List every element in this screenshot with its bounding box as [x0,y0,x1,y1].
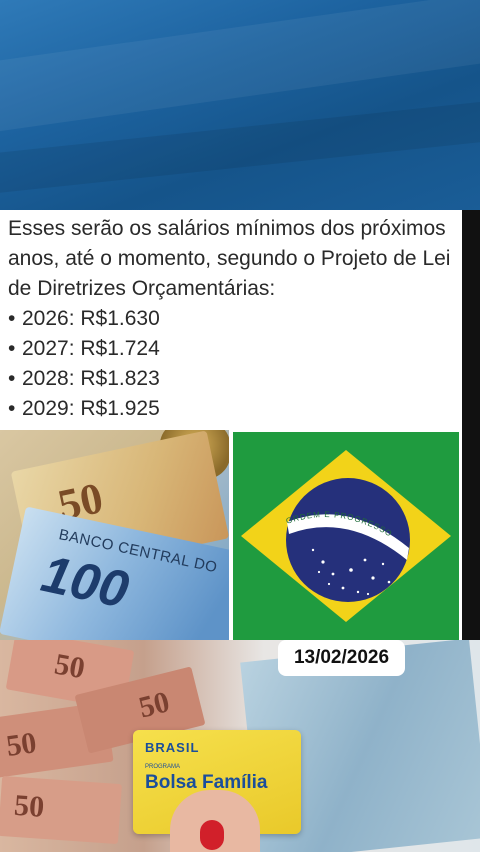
brazil-flag: ORDEM E PROGRESSO [233,432,459,640]
top-blue-banner [0,0,480,210]
date-badge: 13/02/2026 [278,640,405,676]
list-item: • 2028: R$1.823 [8,367,160,390]
red-fingernail [200,820,224,850]
list-item: • 2029: R$1.925 [8,397,160,420]
brazil-flag-graphic: ORDEM E PROGRESSO [233,432,459,640]
bolsa-familia-photo: 50 50 50 50 BRASIL PROGRAMA Bolsa Famíli… [0,640,480,852]
right-dark-strip [462,210,480,640]
salary-list: • 2026: R$1.630 • 2027: R$1.724 • 2028: R$1… [8,304,160,424]
banknotes-photo: 50 BANCO CENTRAL DO 100 [0,430,229,640]
flag-panel: ORDEM E PROGRESSO [229,430,462,640]
banknote-50: 50 [0,775,122,845]
post-intro-text: Esses serão os salários mínimos dos próx… [8,217,451,300]
list-item: • 2027: R$1.724 [8,337,160,360]
list-item: • 2026: R$1.630 [8,307,160,330]
post-text-card: Esses serão os salários mínimos dos próx… [0,210,462,430]
